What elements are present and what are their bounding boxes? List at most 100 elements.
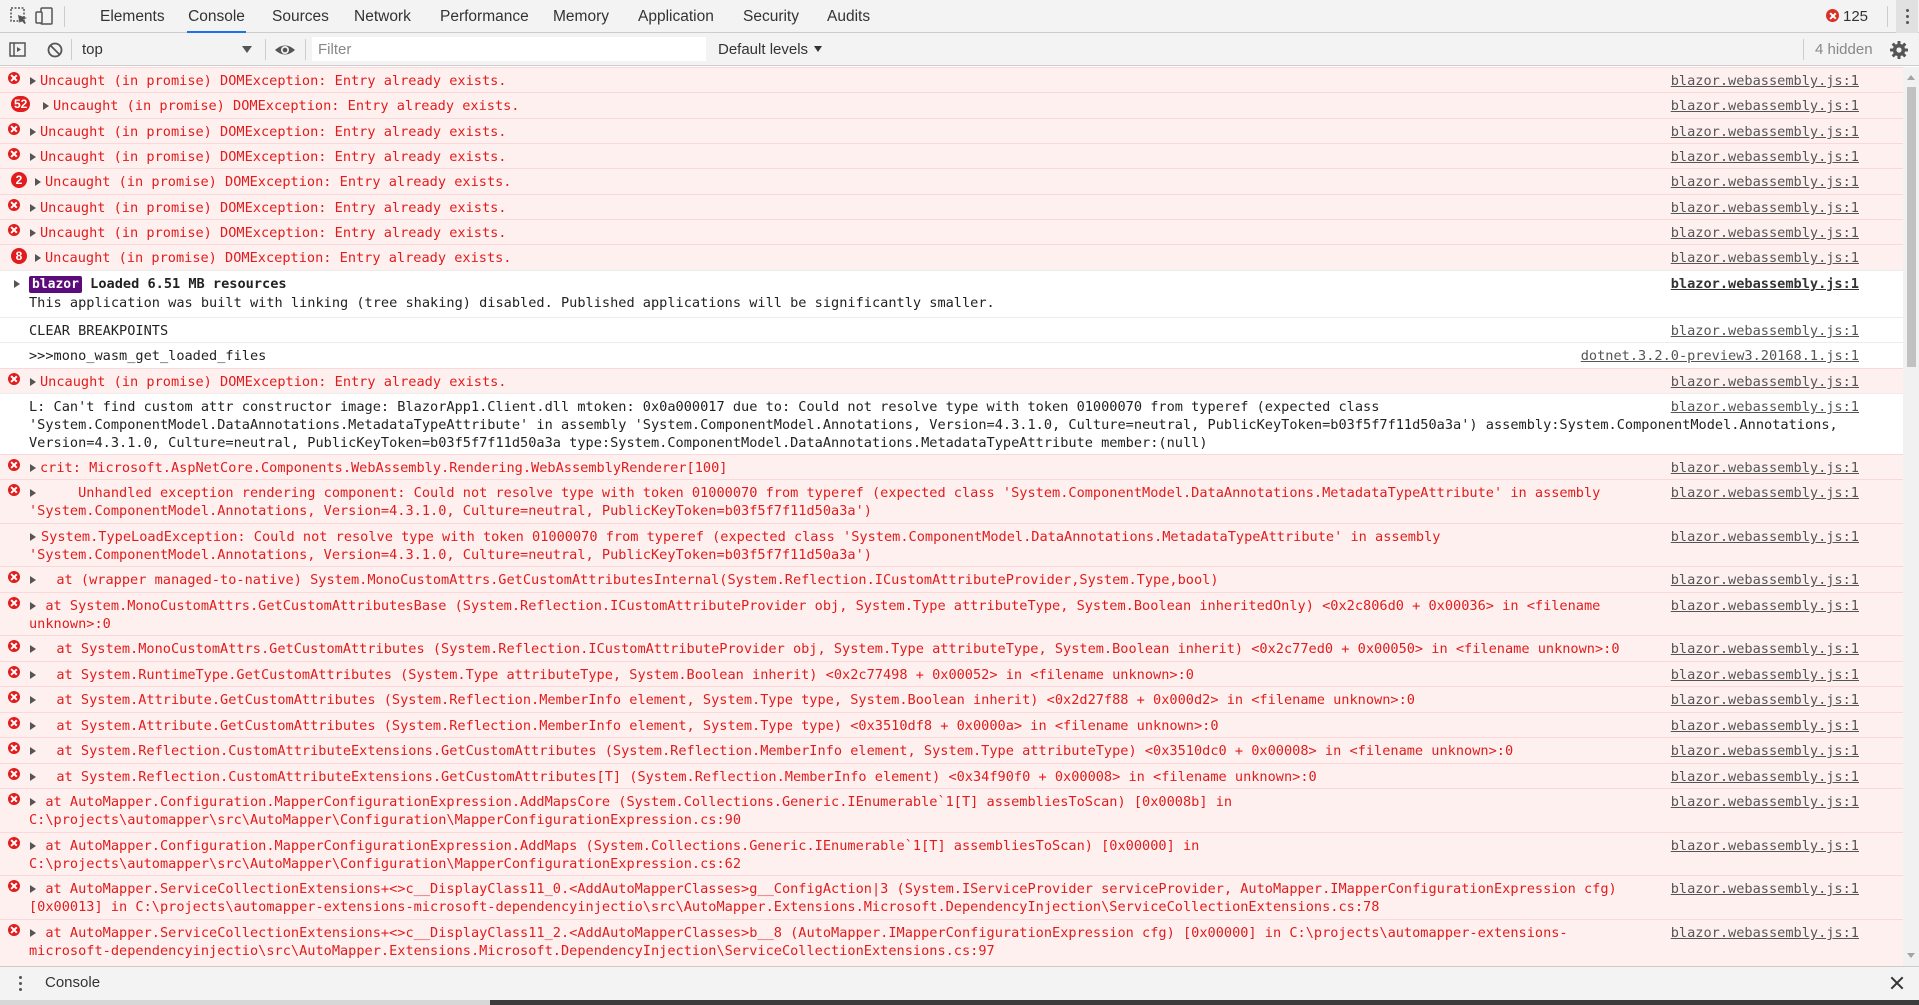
console-message[interactable]: Uncaught (in promise) DOMException: Entr…: [0, 118, 1903, 143]
expand-triangle-icon[interactable]: [30, 378, 36, 386]
console-message[interactable]: at AutoMapper.ServiceCollectionExtension…: [0, 875, 1903, 919]
console-scrollbar[interactable]: [1903, 67, 1919, 966]
scrollbar-thumb[interactable]: [1907, 87, 1916, 367]
expand-triangle-icon[interactable]: [30, 696, 36, 704]
expand-triangle-icon[interactable]: [30, 576, 36, 584]
console-message[interactable]: at AutoMapper.Configuration.MapperConfig…: [0, 832, 1903, 875]
tab-application[interactable]: Application: [637, 0, 715, 33]
source-link[interactable]: blazor.webassembly.js:1: [1671, 793, 1859, 811]
source-link[interactable]: blazor.webassembly.js:1: [1671, 199, 1859, 217]
console-message[interactable]: at System.Reflection.CustomAttributeExte…: [0, 763, 1903, 788]
source-link[interactable]: blazor.webassembly.js:1: [1671, 666, 1859, 684]
tab-network[interactable]: Network: [353, 0, 412, 33]
log-levels-dropdown[interactable]: Default levels: [718, 41, 823, 59]
source-link[interactable]: blazor.webassembly.js:1: [1671, 373, 1859, 391]
console-message[interactable]: crit: Microsoft.AspNetCore.Components.We…: [0, 454, 1903, 479]
expand-triangle-icon[interactable]: [30, 773, 36, 781]
device-toolbar-icon[interactable]: [34, 6, 54, 26]
source-link[interactable]: blazor.webassembly.js:1: [1671, 275, 1859, 293]
source-link[interactable]: blazor.webassembly.js:1: [1671, 597, 1859, 615]
console-message[interactable]: at System.MonoCustomAttrs.GetCustomAttri…: [0, 635, 1903, 661]
console-message[interactable]: at System.Attribute.GetCustomAttributes …: [0, 712, 1903, 737]
context-select[interactable]: top: [82, 41, 252, 59]
console-message[interactable]: 52 Uncaught (in promise) DOMException: E…: [0, 92, 1903, 118]
console-message[interactable]: Uncaught (in promise) DOMException: Entr…: [0, 194, 1903, 219]
error-counter[interactable]: 125: [1826, 7, 1868, 26]
expand-triangle-icon[interactable]: [30, 645, 36, 653]
console-message[interactable]: Uncaught (in promise) DOMException: Entr…: [0, 368, 1903, 393]
source-link[interactable]: blazor.webassembly.js:1: [1671, 768, 1859, 786]
console-message[interactable]: at System.MonoCustomAttrs.GetCustomAttri…: [0, 592, 1903, 635]
expand-triangle-icon[interactable]: [35, 178, 41, 186]
expand-triangle-icon[interactable]: [30, 747, 36, 755]
console-message[interactable]: at (wrapper managed-to-native) System.Mo…: [0, 566, 1903, 592]
drawer-tab-console[interactable]: Console: [45, 974, 100, 992]
console-message[interactable]: at System.Reflection.CustomAttributeExte…: [0, 737, 1903, 763]
tab-performance[interactable]: Performance: [439, 0, 530, 33]
source-link[interactable]: blazor.webassembly.js:1: [1671, 571, 1859, 589]
console-message[interactable]: 2 Uncaught (in promise) DOMException: En…: [0, 168, 1903, 194]
source-link[interactable]: blazor.webassembly.js:1: [1671, 398, 1859, 416]
source-link[interactable]: blazor.webassembly.js:1: [1671, 924, 1859, 942]
console-message[interactable]: at AutoMapper.ServiceCollectionExtension…: [0, 919, 1903, 966]
expand-triangle-icon[interactable]: [43, 102, 49, 110]
source-link[interactable]: blazor.webassembly.js:1: [1671, 322, 1859, 340]
console-message[interactable]: Uncaught (in promise) DOMException: Entr…: [0, 67, 1903, 92]
scroll-up-arrow-icon[interactable]: [1907, 75, 1915, 80]
source-link[interactable]: blazor.webassembly.js:1: [1671, 640, 1859, 658]
console-message[interactable]: at System.RuntimeType.GetCustomAttribute…: [0, 661, 1903, 686]
sidebar-toggle-icon[interactable]: [8, 40, 28, 60]
source-link[interactable]: dotnet.3.2.0-preview3.20168.1.js:1: [1581, 347, 1859, 365]
console-message[interactable]: Unhandled exception rendering component:…: [0, 479, 1903, 523]
expand-triangle-icon[interactable]: [30, 204, 36, 212]
expand-triangle-icon[interactable]: [30, 671, 36, 679]
expand-triangle-icon[interactable]: [30, 153, 36, 161]
expand-triangle-icon[interactable]: [35, 254, 41, 262]
settings-gear-icon[interactable]: [1889, 40, 1909, 60]
tab-sources[interactable]: Sources: [271, 0, 330, 33]
source-link[interactable]: blazor.webassembly.js:1: [1671, 528, 1859, 546]
close-icon[interactable]: [1890, 976, 1904, 990]
source-link[interactable]: blazor.webassembly.js:1: [1671, 717, 1859, 735]
source-link[interactable]: blazor.webassembly.js:1: [1671, 459, 1859, 477]
source-link[interactable]: blazor.webassembly.js:1: [1671, 224, 1859, 242]
expand-triangle-icon[interactable]: [30, 722, 36, 730]
tab-console[interactable]: Console: [187, 0, 246, 33]
console-message[interactable]: blazor Loaded 6.51 MB resources This app…: [0, 270, 1903, 317]
source-link[interactable]: blazor.webassembly.js:1: [1671, 173, 1859, 191]
console-message[interactable]: >>>mono_wasm_get_loaded_files dotnet.3.2…: [0, 342, 1903, 368]
console-message[interactable]: 8 Uncaught (in promise) DOMException: En…: [0, 244, 1903, 270]
inspect-element-icon[interactable]: [9, 6, 29, 26]
expand-triangle-icon[interactable]: [30, 464, 36, 472]
tab-elements[interactable]: Elements: [99, 0, 166, 33]
source-link[interactable]: blazor.webassembly.js:1: [1671, 691, 1859, 709]
console-message[interactable]: Uncaught (in promise) DOMException: Entr…: [0, 143, 1903, 168]
tab-memory[interactable]: Memory: [552, 0, 610, 33]
tab-security[interactable]: Security: [742, 0, 800, 33]
console-message[interactable]: System.TypeLoadException: Could not reso…: [0, 523, 1903, 566]
devtools-menu-button[interactable]: [1896, 0, 1918, 33]
clear-console-icon[interactable]: [45, 40, 65, 60]
expand-triangle-icon[interactable]: [30, 77, 36, 85]
expand-triangle-icon[interactable]: [30, 229, 36, 237]
console-message[interactable]: at System.Attribute.GetCustomAttributes …: [0, 686, 1903, 712]
console-message[interactable]: Uncaught (in promise) DOMException: Entr…: [0, 219, 1903, 244]
filter-input[interactable]: [312, 37, 706, 61]
source-link[interactable]: blazor.webassembly.js:1: [1671, 484, 1859, 502]
source-link[interactable]: blazor.webassembly.js:1: [1671, 97, 1859, 115]
expand-triangle-icon[interactable]: [14, 280, 20, 288]
scroll-down-arrow-icon[interactable]: [1907, 953, 1915, 958]
source-link[interactable]: blazor.webassembly.js:1: [1671, 880, 1859, 898]
expand-triangle-icon[interactable]: [30, 128, 36, 136]
source-link[interactable]: blazor.webassembly.js:1: [1671, 123, 1859, 141]
console-message[interactable]: CLEAR BREAKPOINTS blazor.webassembly.js:…: [0, 317, 1903, 342]
source-link[interactable]: blazor.webassembly.js:1: [1671, 742, 1859, 760]
tab-audits[interactable]: Audits: [826, 0, 871, 33]
source-link[interactable]: blazor.webassembly.js:1: [1671, 72, 1859, 90]
console-message[interactable]: at AutoMapper.Configuration.MapperConfig…: [0, 788, 1903, 832]
source-link[interactable]: blazor.webassembly.js:1: [1671, 837, 1859, 855]
console-message[interactable]: L: Can't find custom attr constructor im…: [0, 393, 1903, 454]
source-link[interactable]: blazor.webassembly.js:1: [1671, 148, 1859, 166]
source-link[interactable]: blazor.webassembly.js:1: [1671, 249, 1859, 267]
live-expression-eye-icon[interactable]: [274, 40, 296, 60]
